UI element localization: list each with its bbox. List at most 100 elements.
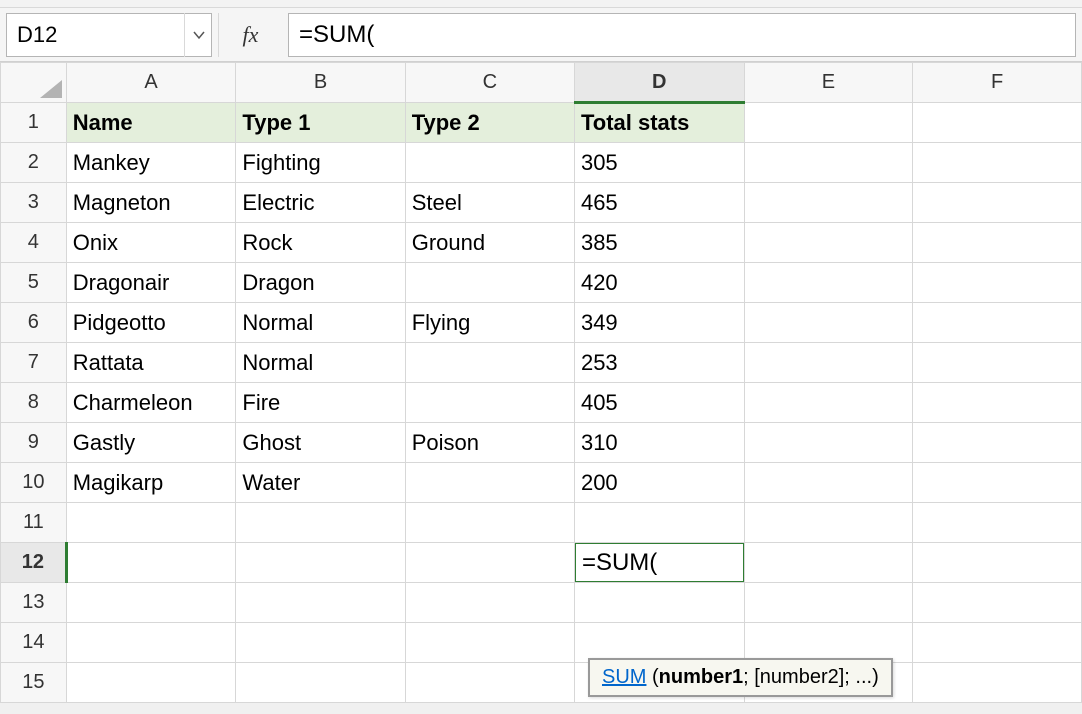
cell-D9[interactable]: 310 [574, 423, 744, 463]
cell-E8[interactable] [744, 383, 913, 423]
cell-F4[interactable] [913, 223, 1082, 263]
row-header-6[interactable]: 6 [1, 303, 67, 343]
cell-F10[interactable] [913, 463, 1082, 503]
cell-F11[interactable] [913, 503, 1082, 543]
cell-C12[interactable] [405, 543, 574, 583]
cell-F14[interactable] [913, 623, 1082, 663]
cell-E11[interactable] [744, 503, 913, 543]
col-header-F[interactable]: F [913, 63, 1082, 103]
cell-E3[interactable] [744, 183, 913, 223]
cell-E13[interactable] [744, 583, 913, 623]
cell-D12[interactable]: =SUM( [574, 543, 744, 583]
cell-E12[interactable] [744, 543, 913, 583]
cell-E2[interactable] [744, 143, 913, 183]
cell-C9[interactable]: Poison [405, 423, 574, 463]
cell-A14[interactable] [66, 623, 236, 663]
cell-D7[interactable]: 253 [574, 343, 744, 383]
col-header-D[interactable]: D [574, 63, 744, 103]
name-box[interactable]: D12 [6, 13, 212, 57]
row-header-1[interactable]: 1 [1, 103, 67, 143]
cell-F2[interactable] [913, 143, 1082, 183]
cell-A9[interactable]: Gastly [66, 423, 236, 463]
cell-A8[interactable]: Charmeleon [66, 383, 236, 423]
cell-A3[interactable]: Magneton [66, 183, 236, 223]
row-header-15[interactable]: 15 [1, 663, 67, 703]
cell-D10[interactable]: 200 [574, 463, 744, 503]
cell-B5[interactable]: Dragon [236, 263, 405, 303]
col-header-E[interactable]: E [744, 63, 913, 103]
cell-E9[interactable] [744, 423, 913, 463]
cell-D4[interactable]: 385 [574, 223, 744, 263]
cell-A7[interactable]: Rattata [66, 343, 236, 383]
cell-E10[interactable] [744, 463, 913, 503]
cell-F8[interactable] [913, 383, 1082, 423]
row-header-13[interactable]: 13 [1, 583, 67, 623]
row-header-4[interactable]: 4 [1, 223, 67, 263]
cell-A4[interactable]: Onix [66, 223, 236, 263]
cell-F15[interactable] [913, 663, 1082, 703]
cell-C7[interactable] [405, 343, 574, 383]
cell-B2[interactable]: Fighting [236, 143, 405, 183]
cell-A11[interactable] [66, 503, 236, 543]
cell-C6[interactable]: Flying [405, 303, 574, 343]
cell-E14[interactable] [744, 623, 913, 663]
row-header-8[interactable]: 8 [1, 383, 67, 423]
cell-F6[interactable] [913, 303, 1082, 343]
row-header-9[interactable]: 9 [1, 423, 67, 463]
cell-C13[interactable] [405, 583, 574, 623]
cell-C15[interactable] [405, 663, 574, 703]
name-box-dropdown[interactable] [184, 13, 212, 57]
row-header-14[interactable]: 14 [1, 623, 67, 663]
cell-A2[interactable]: Mankey [66, 143, 236, 183]
cell-F7[interactable] [913, 343, 1082, 383]
cell-D11[interactable] [574, 503, 744, 543]
cell-E1[interactable] [744, 103, 913, 143]
cell-C2[interactable] [405, 143, 574, 183]
cell-A10[interactable]: Magikarp [66, 463, 236, 503]
cell-B12[interactable] [236, 543, 405, 583]
cell-F9[interactable] [913, 423, 1082, 463]
formula-input[interactable]: =SUM( [288, 13, 1076, 57]
row-header-2[interactable]: 2 [1, 143, 67, 183]
cell-D5[interactable]: 420 [574, 263, 744, 303]
cell-B7[interactable]: Normal [236, 343, 405, 383]
row-header-10[interactable]: 10 [1, 463, 67, 503]
cell-B1[interactable]: Type 1 [236, 103, 405, 143]
cell-B8[interactable]: Fire [236, 383, 405, 423]
cell-D6[interactable]: 349 [574, 303, 744, 343]
cell-D1[interactable]: Total stats [574, 103, 744, 143]
cell-B14[interactable] [236, 623, 405, 663]
select-all-corner[interactable] [1, 63, 67, 103]
cell-A6[interactable]: Pidgeotto [66, 303, 236, 343]
cell-A13[interactable] [66, 583, 236, 623]
cell-B11[interactable] [236, 503, 405, 543]
cell-B10[interactable]: Water [236, 463, 405, 503]
cell-C11[interactable] [405, 503, 574, 543]
cell-A15[interactable] [66, 663, 236, 703]
cell-A1[interactable]: Name [66, 103, 236, 143]
cell-D13[interactable] [574, 583, 744, 623]
cell-A5[interactable]: Dragonair [66, 263, 236, 303]
row-header-5[interactable]: 5 [1, 263, 67, 303]
cell-C4[interactable]: Ground [405, 223, 574, 263]
cell-C14[interactable] [405, 623, 574, 663]
cell-C5[interactable] [405, 263, 574, 303]
row-header-12[interactable]: 12 [1, 543, 67, 583]
cell-E6[interactable] [744, 303, 913, 343]
cell-F1[interactable] [913, 103, 1082, 143]
active-cell-editor[interactable]: =SUM( [574, 543, 744, 583]
fx-label[interactable]: fx [218, 13, 282, 57]
cell-E4[interactable] [744, 223, 913, 263]
cell-C1[interactable]: Type 2 [405, 103, 574, 143]
cell-C8[interactable] [405, 383, 574, 423]
row-header-7[interactable]: 7 [1, 343, 67, 383]
col-header-A[interactable]: A [66, 63, 236, 103]
cell-F3[interactable] [913, 183, 1082, 223]
cell-D8[interactable]: 405 [574, 383, 744, 423]
col-header-B[interactable]: B [236, 63, 405, 103]
cell-B6[interactable]: Normal [236, 303, 405, 343]
cell-B9[interactable]: Ghost [236, 423, 405, 463]
cell-F5[interactable] [913, 263, 1082, 303]
row-header-3[interactable]: 3 [1, 183, 67, 223]
cell-B15[interactable] [236, 663, 405, 703]
